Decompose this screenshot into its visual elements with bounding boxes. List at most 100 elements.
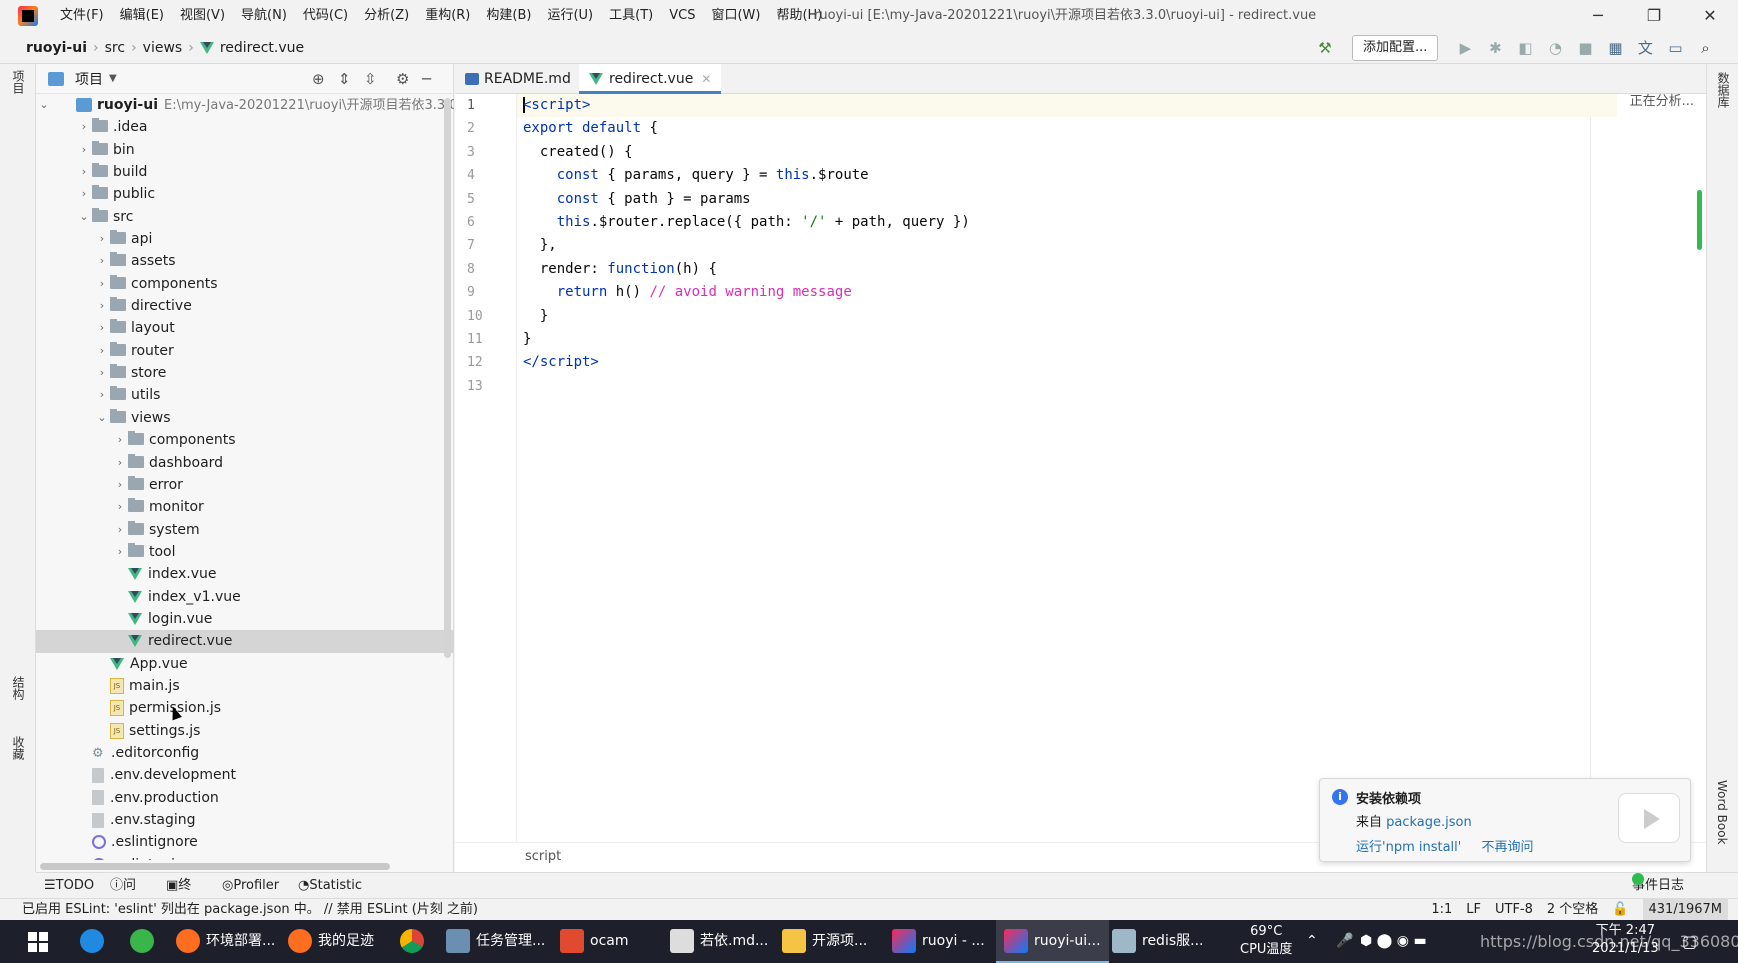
taskbar-app-typora[interactable]: 若依.md... bbox=[670, 920, 768, 963]
debug-icon[interactable]: ✱ bbox=[1482, 35, 1508, 61]
breadcrumb-root[interactable]: ruoyi-ui bbox=[26, 40, 87, 56]
taskbar-app-task-manager[interactable]: 任务管理... bbox=[446, 920, 545, 963]
tree-item[interactable]: › assets bbox=[36, 250, 454, 272]
chevron-right-icon[interactable]: › bbox=[96, 384, 108, 406]
tree-item[interactable]: ⌄ src bbox=[36, 206, 454, 228]
dont-ask-again-link[interactable]: 不再询问 bbox=[1482, 840, 1534, 855]
tree-item[interactable]: › tool bbox=[36, 541, 454, 563]
tree-item[interactable]: › dashboard bbox=[36, 452, 454, 474]
build-hammer-icon[interactable]: ⚒ bbox=[1312, 35, 1338, 61]
tab-redirect-vue[interactable]: redirect.vue ✕ bbox=[579, 64, 722, 94]
taskbar-app-explorer[interactable]: 开源项... bbox=[782, 920, 867, 963]
tree-root[interactable]: ⌄ ruoyi-ui E:\my-Java-20201221\ruoyi\开源项目… bbox=[36, 94, 454, 116]
menu-run[interactable]: 运行(U) bbox=[539, 0, 601, 32]
360-taskbar-icon[interactable] bbox=[130, 920, 160, 963]
presentation-icon[interactable]: ▭ bbox=[1662, 35, 1688, 61]
taskbar-app-ruoyi-idea[interactable]: ruoyi - ... bbox=[892, 920, 985, 963]
chevron-right-icon[interactable]: › bbox=[96, 273, 108, 295]
chevron-right-icon[interactable]: › bbox=[96, 317, 108, 339]
chevron-right-icon[interactable]: › bbox=[114, 541, 126, 563]
tree-item[interactable]: JS settings.js bbox=[36, 720, 454, 742]
coverage-icon[interactable]: ◧ bbox=[1512, 35, 1538, 61]
windows-start-icon[interactable] bbox=[28, 932, 48, 952]
gear-icon[interactable]: ⚙ bbox=[396, 70, 409, 88]
taskbar-app-ruoyi-ui-idea[interactable]: ruoyi-ui... bbox=[996, 920, 1109, 963]
expand-all-icon[interactable]: ⇕ bbox=[338, 70, 351, 88]
tree-item[interactable]: › public bbox=[36, 183, 454, 205]
event-log-button[interactable]: 事件日志 bbox=[1632, 873, 1684, 899]
chevron-right-icon[interactable]: › bbox=[114, 474, 126, 496]
chevron-right-icon[interactable]: › bbox=[96, 228, 108, 250]
tree-item[interactable]: › store bbox=[36, 362, 454, 384]
tree-item[interactable]: ⌄ views bbox=[36, 407, 454, 429]
tree-item[interactable]: .env.development bbox=[36, 764, 454, 786]
tree-item[interactable]: App.vue bbox=[36, 653, 454, 675]
chevron-right-icon[interactable]: › bbox=[96, 340, 108, 362]
chevron-right-icon[interactable]: › bbox=[96, 250, 108, 272]
profiler-tool-button[interactable]: ◎ Profiler bbox=[222, 873, 279, 899]
system-clock[interactable]: 下午 2:47 2021/1/13 bbox=[1592, 922, 1659, 958]
tree-item[interactable]: .eslintignore bbox=[36, 831, 454, 853]
menu-code[interactable]: 代码(C) bbox=[295, 0, 356, 32]
breadcrumb-file[interactable]: redirect.vue bbox=[220, 40, 304, 56]
search-icon[interactable]: ⌕ bbox=[1692, 35, 1718, 61]
breadcrumb-views[interactable]: views bbox=[143, 40, 183, 56]
chevron-right-icon[interactable]: › bbox=[96, 295, 108, 317]
taskbar-app-env-deploy[interactable]: 环境部署... bbox=[176, 920, 275, 963]
problems-tool-button[interactable]: ⓘ 问题 bbox=[110, 873, 136, 919]
microphone-icon[interactable]: 🎤 bbox=[1336, 920, 1353, 963]
chevron-right-icon[interactable]: › bbox=[78, 139, 90, 161]
edge-taskbar-icon[interactable] bbox=[80, 920, 110, 963]
chevron-right-icon[interactable]: › bbox=[114, 429, 126, 451]
tree-item[interactable]: index_v1.vue bbox=[36, 586, 454, 608]
play-icon[interactable] bbox=[1618, 793, 1680, 843]
menu-tools[interactable]: 工具(T) bbox=[601, 0, 661, 32]
taskbar-app-ocam[interactable]: ocam bbox=[560, 920, 628, 963]
code-text[interactable]: <script> export default { created() { co… bbox=[517, 94, 1617, 842]
project-view-selector[interactable]: 项目 bbox=[75, 69, 103, 89]
lock-icon[interactable]: 🔓 bbox=[1612, 899, 1628, 921]
stop-icon[interactable]: ■ bbox=[1572, 35, 1598, 61]
line-separator[interactable]: LF bbox=[1466, 899, 1481, 921]
tree-item[interactable]: › system bbox=[36, 519, 454, 541]
tree-item[interactable]: › components bbox=[36, 429, 454, 451]
tray-app-icons[interactable]: ⬢ ⬤ ◉ ▬ bbox=[1360, 920, 1427, 963]
wordbook-tool-tab[interactable]: Word Book bbox=[1715, 780, 1729, 845]
hide-icon[interactable]: ─ bbox=[422, 70, 431, 88]
tree-item[interactable]: ⚙ .editorconfig bbox=[36, 742, 454, 764]
tab-readme[interactable]: README.md✕ bbox=[455, 64, 599, 94]
tree-item[interactable]: JS main.js bbox=[36, 675, 454, 697]
add-configuration-button[interactable]: 添加配置... bbox=[1352, 35, 1439, 61]
favorites-tool-tab[interactable]: 收藏 bbox=[10, 736, 27, 760]
caret-position[interactable]: 1:1 bbox=[1431, 899, 1452, 921]
translate-icon[interactable]: 文 bbox=[1632, 35, 1658, 61]
chevron-right-icon[interactable]: › bbox=[114, 452, 126, 474]
tree-item[interactable]: › api bbox=[36, 228, 454, 250]
chevron-down-icon[interactable]: ⌄ bbox=[96, 407, 108, 429]
tree-item[interactable]: .env.production bbox=[36, 787, 454, 809]
tree-item[interactable]: › monitor bbox=[36, 496, 454, 518]
chevron-right-icon[interactable]: › bbox=[78, 116, 90, 138]
project-tool-tab[interactable]: 项目 bbox=[10, 70, 27, 94]
notification-center-icon[interactable]: ▢ bbox=[1682, 920, 1697, 963]
menu-build[interactable]: 构建(B) bbox=[478, 0, 539, 32]
menu-navigate[interactable]: 导航(N) bbox=[233, 0, 295, 32]
restore-icon[interactable]: ❐ bbox=[1626, 0, 1682, 32]
tree-item[interactable]: login.vue bbox=[36, 608, 454, 630]
tree-item[interactable]: › directive bbox=[36, 295, 454, 317]
chevron-right-icon[interactable]: › bbox=[114, 519, 126, 541]
taskbar-app-footprint[interactable]: 我的足迹 bbox=[288, 920, 374, 963]
chrome-taskbar-icon[interactable] bbox=[400, 920, 430, 963]
menu-window[interactable]: 窗口(W) bbox=[703, 0, 768, 32]
memory-indicator[interactable]: 431/1967M bbox=[1642, 899, 1728, 921]
tree-item[interactable]: › .idea bbox=[36, 116, 454, 138]
tree-item[interactable]: › components bbox=[36, 273, 454, 295]
package-json-link[interactable]: package.json bbox=[1386, 815, 1472, 830]
tree-item[interactable]: › bin bbox=[36, 139, 454, 161]
tree-item[interactable]: JS permission.js bbox=[36, 697, 454, 719]
statistic-tool-button[interactable]: ◔ Statistic bbox=[298, 873, 362, 899]
indent-setting[interactable]: 2 个空格 bbox=[1547, 899, 1598, 921]
profile-icon[interactable]: ◔ bbox=[1542, 35, 1568, 61]
chevron-down-icon[interactable]: ⌄ bbox=[78, 206, 90, 228]
terminal-tool-button[interactable]: ▣ 终端 bbox=[166, 873, 191, 919]
